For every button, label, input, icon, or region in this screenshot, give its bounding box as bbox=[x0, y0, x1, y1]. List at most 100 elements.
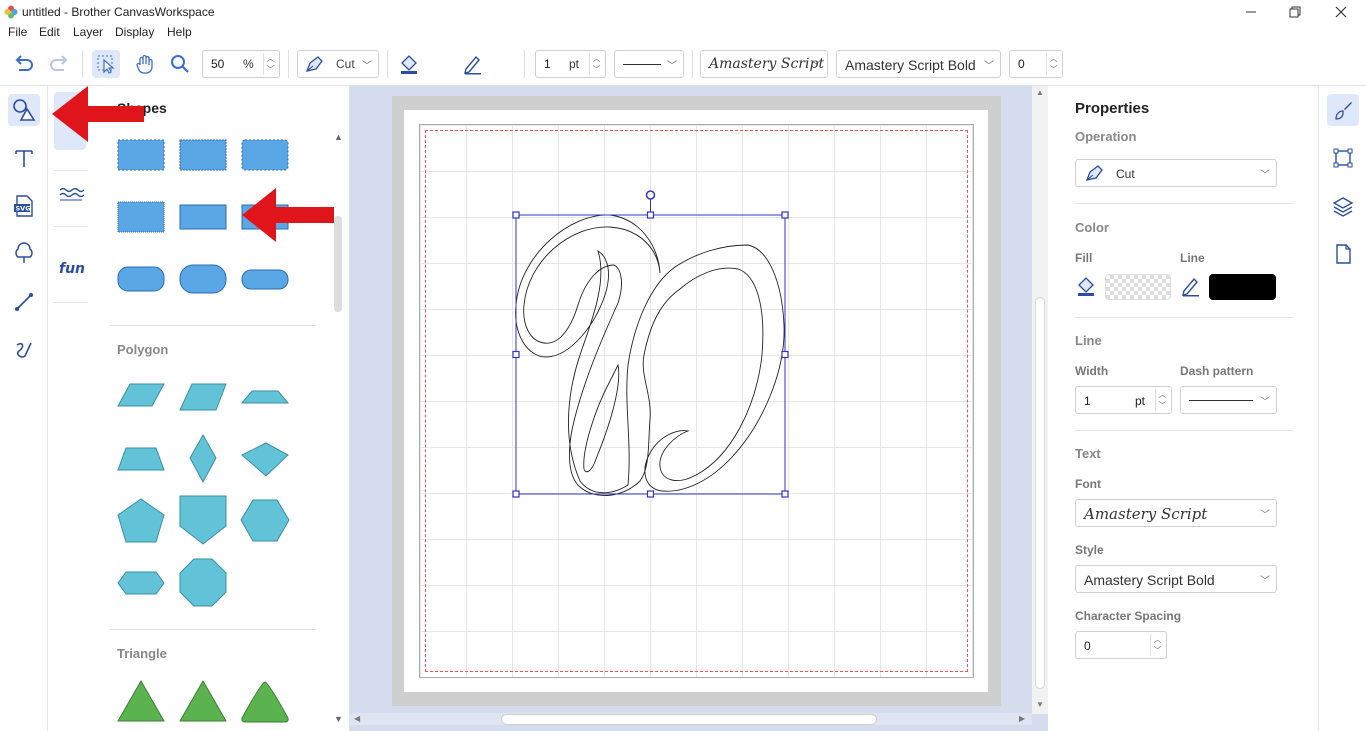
fill-bucket-icon bbox=[1075, 275, 1097, 300]
stepper-arrows-icon[interactable]: ︿ ﹀ bbox=[1150, 634, 1164, 656]
left-tool-rail: SVG bbox=[0, 86, 48, 731]
close-button[interactable] bbox=[1318, 0, 1364, 24]
text-tool-icon[interactable] bbox=[8, 142, 40, 174]
section-divider bbox=[1075, 203, 1293, 204]
restore-button[interactable] bbox=[1272, 0, 1318, 24]
freehand-tool-icon[interactable] bbox=[8, 334, 40, 366]
style-label: Style bbox=[1075, 543, 1104, 557]
font-dropdown-panel[interactable]: Amastery Script ﹀ bbox=[1075, 499, 1277, 527]
menu-help[interactable]: Help bbox=[167, 25, 192, 39]
font-dropdown[interactable]: Amastery Script ﹀ bbox=[700, 50, 828, 78]
solid-line-icon bbox=[1189, 400, 1253, 401]
scroll-left-arrow-icon[interactable]: ◀ bbox=[354, 714, 360, 723]
select-tool-icon[interactable] bbox=[92, 50, 120, 78]
menu-edit[interactable]: Edit bbox=[39, 25, 60, 39]
zoom-level-stepper[interactable]: 50 % ︿ ﹀ bbox=[202, 50, 280, 78]
vertical-scroll-thumb[interactable] bbox=[1036, 298, 1044, 688]
toolbar-divider bbox=[82, 50, 83, 78]
font-style-dropdown[interactable]: Amastery Script Bold ﹀ bbox=[836, 50, 1001, 78]
style-dropdown-panel[interactable]: Amastery Script Bold ﹀ bbox=[1075, 565, 1277, 593]
menu-file[interactable]: File bbox=[8, 25, 27, 39]
menu-display[interactable]: Display bbox=[115, 25, 154, 39]
operation-panel-value: Cut bbox=[1116, 167, 1135, 181]
line-width-stepper-panel[interactable]: 1 pt ︿ ﹀ bbox=[1075, 386, 1172, 414]
properties-title: Properties bbox=[1075, 100, 1150, 117]
text-section-label: Text bbox=[1075, 446, 1101, 461]
window-title: untitled - Brother CanvasWorkspace bbox=[22, 5, 215, 19]
stepper-arrows-icon[interactable]: ︿ ﹀ bbox=[1155, 389, 1169, 411]
scroll-down-arrow-icon[interactable]: ▼ bbox=[334, 714, 343, 724]
fill-color-swatch-panel[interactable] bbox=[1105, 274, 1171, 300]
section-divider bbox=[110, 325, 316, 326]
svg-import-icon[interactable]: SVG bbox=[8, 190, 40, 222]
line-pen-icon[interactable] bbox=[459, 50, 487, 78]
zoom-level-value: 50 bbox=[211, 57, 225, 71]
resize-handles bbox=[512, 211, 789, 498]
zoom-stepper-arrows-icon[interactable]: ︿ ﹀ bbox=[263, 53, 277, 75]
section-divider bbox=[110, 629, 316, 630]
shape-stamp-rect-3 bbox=[241, 139, 289, 171]
line-tool-icon[interactable] bbox=[8, 286, 40, 318]
shape-trapezoid-flat bbox=[240, 390, 290, 404]
line-width-arrows-icon[interactable]: ︿ ﹀ bbox=[589, 53, 603, 75]
menu-layer[interactable]: Layer bbox=[73, 25, 103, 39]
toolbar-divider bbox=[692, 50, 693, 78]
shape-shield-pentagon bbox=[179, 495, 227, 545]
line-width-stepper[interactable]: 1 pt ︿ ﹀ bbox=[535, 50, 606, 78]
character-spacing-stepper-panel[interactable]: 0 ︿ ﹀ bbox=[1075, 631, 1167, 659]
horizontal-scroll-thumb[interactable] bbox=[502, 715, 876, 724]
line-pen-icon bbox=[1180, 275, 1202, 300]
dash-pattern-label: Dash pattern bbox=[1180, 364, 1254, 378]
layers-icon[interactable] bbox=[1327, 190, 1359, 222]
chevron-down-icon: ﹀ bbox=[1260, 170, 1270, 181]
glyph-outline bbox=[515, 214, 785, 496]
scroll-up-arrow-icon[interactable]: ▲ bbox=[1036, 88, 1044, 97]
character-spacing-value: 0 bbox=[1018, 57, 1025, 71]
category-borders-icon[interactable] bbox=[58, 184, 85, 206]
category-divider bbox=[54, 170, 88, 171]
line-color-swatch-panel[interactable] bbox=[1209, 274, 1276, 300]
trace-icon[interactable] bbox=[8, 238, 40, 270]
operation-label: Operation bbox=[1075, 129, 1137, 144]
shape-diamond bbox=[189, 433, 217, 484]
scroll-up-arrow-icon[interactable]: ▲ bbox=[334, 132, 343, 142]
line-width-value: 1 bbox=[544, 57, 551, 71]
minimize-button[interactable] bbox=[1228, 0, 1274, 24]
transform-icon[interactable] bbox=[1327, 142, 1359, 174]
operation-dropdown[interactable]: Cut ﹀ bbox=[297, 50, 379, 78]
fill-bucket-icon[interactable] bbox=[395, 50, 423, 78]
chevron-down-icon: ﹀ bbox=[811, 61, 821, 72]
chevron-down-icon: ﹀ bbox=[1260, 576, 1270, 587]
operation-dropdown-panel[interactable]: Cut ﹀ bbox=[1075, 159, 1277, 187]
cut-pen-icon bbox=[304, 54, 326, 77]
spacing-arrows-icon[interactable]: ︿ ﹀ bbox=[1046, 53, 1060, 75]
menu-bar: File Edit Layer Display Help bbox=[0, 24, 1366, 42]
shape-octagon bbox=[179, 558, 227, 607]
dash-pattern-dropdown[interactable]: ﹀ bbox=[614, 50, 684, 78]
selected-glyph-object[interactable] bbox=[500, 185, 800, 505]
page-icon[interactable] bbox=[1327, 238, 1359, 270]
scroll-right-arrow-icon[interactable]: ▶ bbox=[1019, 714, 1025, 723]
redo-button[interactable] bbox=[45, 50, 73, 78]
section-title-triangle: Triangle bbox=[117, 646, 167, 661]
undo-button[interactable] bbox=[10, 50, 38, 78]
scroll-down-arrow-icon[interactable]: ▼ bbox=[1036, 700, 1044, 709]
cut-pen-icon bbox=[1084, 163, 1106, 186]
shapes-panel-icon[interactable] bbox=[8, 94, 40, 126]
shape-rounded-rect-2 bbox=[179, 264, 227, 294]
category-fun-icon[interactable]: fun bbox=[58, 256, 85, 278]
shape-triangle-2 bbox=[179, 680, 227, 722]
hand-tool-icon[interactable] bbox=[131, 50, 159, 78]
color-label: Color bbox=[1075, 220, 1109, 235]
character-spacing-stepper[interactable]: 0 ︿ ﹀ bbox=[1009, 50, 1063, 78]
toolbar-divider bbox=[524, 50, 525, 78]
shape-parallelogram-2 bbox=[179, 383, 227, 411]
shape-hexagon bbox=[240, 499, 290, 542]
properties-brush-icon[interactable] bbox=[1327, 94, 1359, 126]
font-panel-value: Amastery Script bbox=[1084, 505, 1208, 523]
dash-pattern-dropdown-panel[interactable]: ﹀ bbox=[1180, 386, 1277, 414]
shape-category-column: fun bbox=[48, 86, 94, 731]
svg-text:SVG: SVG bbox=[16, 205, 31, 213]
zoom-tool-icon[interactable] bbox=[166, 50, 194, 78]
chevron-down-icon: ﹀ bbox=[362, 61, 372, 72]
